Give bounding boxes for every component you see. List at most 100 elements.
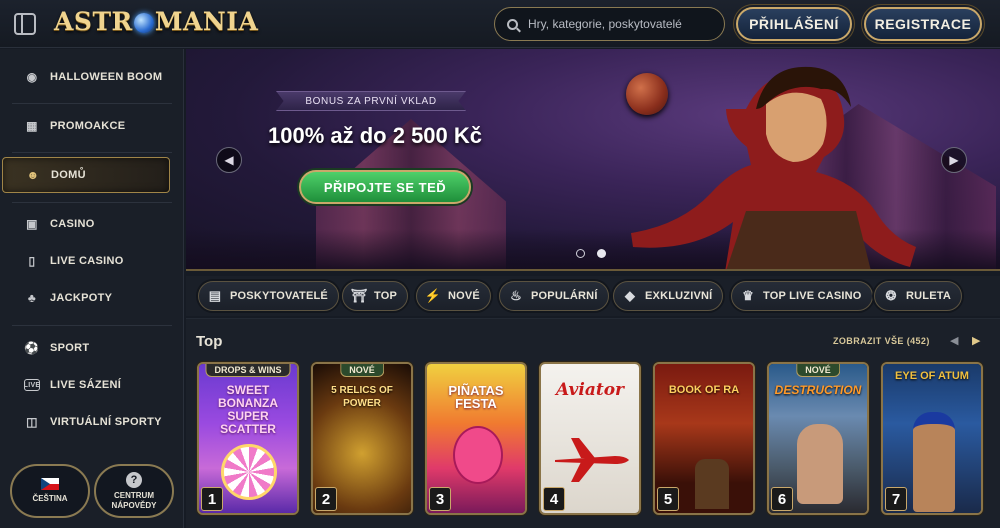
games-section: Top ZOBRAZIT VŠE (452) ◀ ▶ SWEET BONANZA… [186,318,1000,528]
chip-top[interactable]: ⛩ TOP [342,281,409,311]
pharaoh-image [913,412,955,512]
games-next-arrow-icon[interactable]: ▶ [972,334,980,347]
live-icon: LIVE [24,379,40,391]
lollipop-image [221,444,277,500]
chip-popular[interactable]: ♨ POPULÁRNÍ [499,281,609,311]
sidebar-divider [12,325,172,326]
phone-icon: ▯ [28,254,36,268]
game-rank: 5 [657,487,679,511]
sidebar-item-label: HALLOWEEN BOOM [50,71,163,83]
language-label: ČEŠTINA [32,494,68,503]
search-icon [507,18,518,30]
game-card[interactable]: SWEET BONANZA SUPER SCATTER DROPS & WINS… [197,362,299,515]
game-title: SWEET BONANZA SUPER SCATTER [218,383,278,436]
sidebar-toggle-icon[interactable] [14,13,36,35]
chip-label: TOP LIVE CASINO [763,290,862,302]
sidebar-item-label: CASINO [50,218,95,230]
game-title: BOOK OF RA [668,384,740,396]
sidebar-divider [12,152,172,153]
clover-icon: ♣ [27,291,37,305]
game-title: EYE OF ATUM [895,370,969,382]
slide-dot-1[interactable] [576,249,585,258]
sidebar-item-promoakce[interactable]: ▦ PROMOAKCE [0,108,184,144]
chip-label: EXKLUZIVNÍ [645,290,713,302]
logo[interactable]: ASTR MANIA [54,7,258,36]
game-title: 5 RELICS OF POWER [331,385,393,409]
providers-icon: ▤ [208,288,222,303]
game-card[interactable]: BOOK OF RA 5 [653,362,755,515]
flame-icon: ♨ [510,288,522,303]
game-rank: 3 [429,487,451,511]
slide-dot-2[interactable] [597,249,606,258]
chip-label: RULETA [906,290,951,302]
game-card[interactable]: 5 RELICS OF POWER NOVÉ 2 [311,362,413,515]
sidebar-item-label: DOMŮ [51,169,86,181]
game-rank: 1 [201,487,223,511]
game-card[interactable]: EYE OF ATUM 7 [881,362,983,515]
warrior-image [797,424,843,504]
monitor-icon: ◫ [26,415,38,429]
view-all-link[interactable]: ZOBRAZIT VŠE (452) [833,336,930,346]
chip-providers[interactable]: ▤ POSKYTOVATELÉ [198,281,339,311]
game-rank: 2 [315,487,337,511]
lightning-icon: ⚡ [424,288,442,303]
sidebar-item-domu[interactable]: ☻ DOMŮ [2,157,170,193]
game-title: PIÑATAS FESTA [448,383,504,411]
game-card[interactable]: Aviator 4 [539,362,641,515]
chip-top-live-casino[interactable]: ♛ TOP LIVE CASINO [731,281,873,311]
sidebar-item-jackpoty[interactable]: ♣ JACKPOTY [0,280,184,316]
sidebar-item-label: PROMOAKCE [50,120,126,132]
game-card[interactable]: PIÑATAS FESTA 3 [425,362,527,515]
gift-icon: ▦ [26,119,38,133]
sidebar-item-live-sazeni[interactable]: LIVE LIVE SÁZENÍ [0,367,184,403]
sidebar-item-casino[interactable]: ▣ CASINO [0,206,184,242]
sidebar-divider [12,202,172,203]
game-card[interactable]: DESTRUCTION NOVÉ 6 [767,362,869,515]
sidebar-item-live-casino[interactable]: ▯ LIVE CASINO [0,243,184,279]
diamond-icon: ◆ [624,288,636,303]
sidebar-item-label: SPORT [50,342,90,354]
sidebar-item-label: JACKPOTY [50,292,113,304]
ball-image [626,73,668,115]
game-title: DESTRUCTION [774,383,862,397]
banner-prev-arrow-icon[interactable]: ◀ [216,147,242,173]
sidebar-item-label: LIVE CASINO [50,255,124,267]
game-badge: DROPS & WINS [205,364,291,377]
sidebar-item-virtualni-sporty[interactable]: ◫ VIRTUÁLNÍ SPORTY [0,404,184,440]
section-title: Top [196,333,223,350]
search-input[interactable] [528,17,718,31]
pinata-image [453,426,503,484]
chip-roulette[interactable]: ❂ RULETA [874,281,962,311]
login-button[interactable]: PŘIHLÁŠENÍ [736,7,852,41]
game-badge: NOVÉ [796,364,840,377]
join-now-button[interactable]: PŘIPOJTE SE TEĎ [299,170,471,204]
game-rank: 4 [543,487,565,511]
sidebar-item-label: LIVE SÁZENÍ [50,379,122,391]
banner-headline: 100% až do 2 500 Kč [268,123,483,148]
help-center-button[interactable]: ? CENTRUM NÁPOVĚDY [94,464,174,518]
language-button[interactable]: ČEŠTINA [10,464,90,518]
chip-label: TOP [374,290,398,302]
home-icon: ☻ [26,168,40,182]
banner-next-arrow-icon[interactable]: ▶ [941,147,967,173]
game-badge: NOVÉ [340,364,384,377]
help-label-line2: NÁPOVĚDY [111,500,157,510]
top-header: ASTRMANIA PŘIHLÁŠENÍ REGISTRACE [0,0,1000,48]
explorer-image [695,459,729,509]
chip-exclusive[interactable]: ◆ EXKLUZIVNÍ [613,281,724,311]
game-rank: 7 [885,487,907,511]
sidebar-divider [12,103,172,104]
sidebar: ◉ HALLOWEEN BOOM ▦ PROMOAKCE ☻ DOMŮ ▣ CA… [0,49,184,528]
search-box[interactable] [494,7,725,41]
sidebar-item-sport[interactable]: ⚽ SPORT [0,330,184,366]
games-prev-arrow-icon[interactable]: ◀ [950,334,958,347]
register-button[interactable]: REGISTRACE [864,7,982,41]
category-chips: ▤ POSKYTOVATELÉ ⛩ TOP ⚡ NOVÉ ♨ POPULÁRNÍ… [186,276,1000,316]
airplane-icon [555,438,629,482]
chip-label: NOVÉ [448,290,480,302]
chip-new[interactable]: ⚡ NOVÉ [416,281,491,311]
help-label-line1: CENTRUM [114,490,154,500]
soccer-ball-icon: ⚽ [24,341,40,355]
sidebar-item-halloween-boom[interactable]: ◉ HALLOWEEN BOOM [0,59,184,95]
roulette-icon: ❂ [885,288,897,303]
